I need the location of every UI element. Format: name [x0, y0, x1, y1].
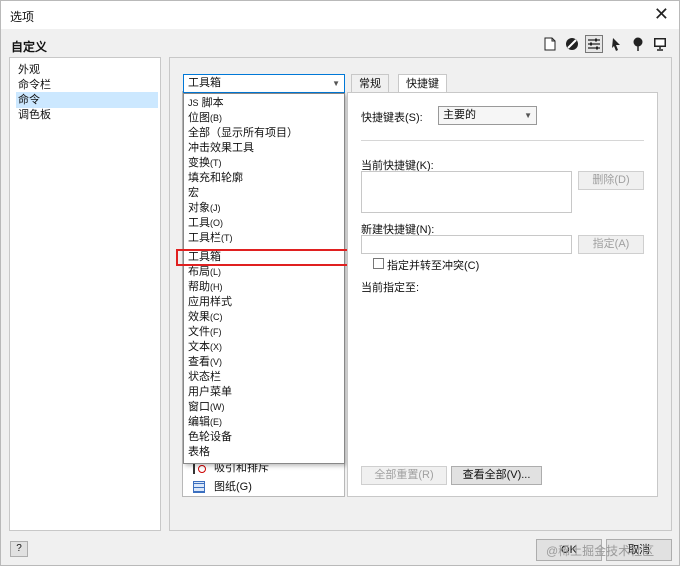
monitor-icon[interactable]	[651, 35, 669, 53]
watermark: @稀土掘金技术社区	[546, 544, 655, 558]
command-category-combo[interactable]: 工具箱 ▼	[183, 74, 345, 93]
section-title: 自定义	[11, 40, 48, 54]
dropdown-item-apply-style[interactable]: 应用样式	[188, 295, 340, 310]
dropdown-item-toolbox[interactable]: 工具箱	[188, 250, 340, 265]
dropdown-item-tools[interactable]: 工具(O)	[188, 216, 340, 231]
sidebar-item-appearance[interactable]: 外观	[16, 62, 158, 78]
dropdown-item-fill-outline[interactable]: 填充和轮廓	[188, 171, 340, 186]
delete-button[interactable]: 删除(D)	[578, 171, 644, 190]
dropdown-item-view[interactable]: 查看(V)	[188, 355, 340, 370]
view-all-button[interactable]: 查看全部(V)...	[451, 466, 542, 485]
tab-shortcuts[interactable]: 快捷键	[398, 74, 447, 94]
dropdown-item-help[interactable]: 帮助(H)	[188, 280, 340, 295]
dropdown-item-file[interactable]: 文件(F)	[188, 325, 340, 340]
assign-and-goto-conflict-checkbox[interactable]	[373, 258, 384, 269]
chevron-down-icon: ▼	[524, 111, 532, 120]
pin-icon[interactable]	[629, 35, 647, 53]
help-button[interactable]: ?	[10, 541, 28, 557]
chevron-down-icon: ▼	[332, 79, 340, 88]
dropdown-item-color-wheel[interactable]: 色轮设备	[188, 430, 340, 445]
reset-all-button[interactable]: 全部重置(R)	[361, 466, 447, 485]
tab-general[interactable]: 常规	[351, 74, 389, 93]
pointer-icon[interactable]	[607, 35, 625, 53]
dropdown-item-text[interactable]: 文本(X)	[188, 340, 340, 355]
sidebar-item-command-bars[interactable]: 命令栏	[16, 77, 158, 93]
dropdown-item-impact-tool[interactable]: 冲击效果工具	[188, 141, 340, 156]
close-icon[interactable]: ✕	[654, 4, 669, 24]
dropdown-item-toolbars[interactable]: 工具栏(T)	[188, 231, 340, 246]
dropdown-item-user-menu[interactable]: 用户菜单	[188, 385, 340, 400]
dropdown-item-layout[interactable]: 布局(L)	[188, 265, 340, 280]
assign-button[interactable]: 指定(A)	[578, 235, 644, 254]
dropdown-item-table[interactable]: 表格	[188, 445, 340, 460]
circle-slash-icon[interactable]	[563, 35, 581, 53]
toolbar-icons	[541, 35, 669, 55]
dropdown-item-bitmap[interactable]: 位图(B)	[188, 111, 340, 126]
options-dialog: 选项 ✕ 自定义 外观 命令栏 命令 调色板 吸引和排斥 图纸(G) 工具箱 ▼…	[0, 0, 680, 566]
dropdown-item-effects[interactable]: 效果(C)	[188, 310, 340, 325]
window-title: 选项	[10, 10, 35, 24]
divider	[361, 140, 644, 141]
new-shortcut-input[interactable]	[361, 235, 572, 254]
title-bar: 选项 ✕	[1, 1, 679, 29]
grid-paper-icon	[193, 481, 205, 493]
command-category-dropdown[interactable]: JS 脚本 位图(B) 全部（显示所有项目） 冲击效果工具 变换(T) 填充和轮…	[183, 93, 345, 464]
shortcut-table-value: 主要的	[443, 109, 476, 121]
page-icon[interactable]	[541, 35, 559, 53]
dropdown-item-edit[interactable]: 编辑(E)	[188, 415, 340, 430]
dropdown-item-window[interactable]: 窗口(W)	[188, 400, 340, 415]
currently-assigned-label: 当前指定至:	[361, 282, 420, 294]
sidebar-item-commands[interactable]: 命令	[16, 92, 158, 108]
sliders-icon[interactable]	[585, 35, 603, 53]
shortcut-table-label: 快捷键表(S):	[361, 112, 423, 124]
category-tree: 外观 命令栏 命令 调色板	[9, 57, 161, 531]
assign-and-goto-conflict-label: 指定并转至冲突(C)	[387, 260, 480, 272]
dropdown-item-object[interactable]: 对象(J)	[188, 201, 340, 216]
dropdown-item-macro[interactable]: 宏	[188, 186, 340, 201]
dropdown-item-status-bar[interactable]: 状态栏	[188, 370, 340, 385]
dropdown-item-all[interactable]: 全部（显示所有项目）	[188, 126, 340, 141]
current-shortcut-list[interactable]	[361, 171, 572, 213]
dropdown-item-script[interactable]: JS 脚本	[188, 96, 340, 111]
dropdown-item-transform[interactable]: 变换(T)	[188, 156, 340, 171]
sidebar-item-palette[interactable]: 调色板	[16, 107, 158, 123]
combo-value: 工具箱	[188, 77, 221, 89]
list-item[interactable]: 图纸(G)	[193, 479, 252, 495]
shortcut-table-select[interactable]: 主要的 ▼	[438, 106, 537, 125]
